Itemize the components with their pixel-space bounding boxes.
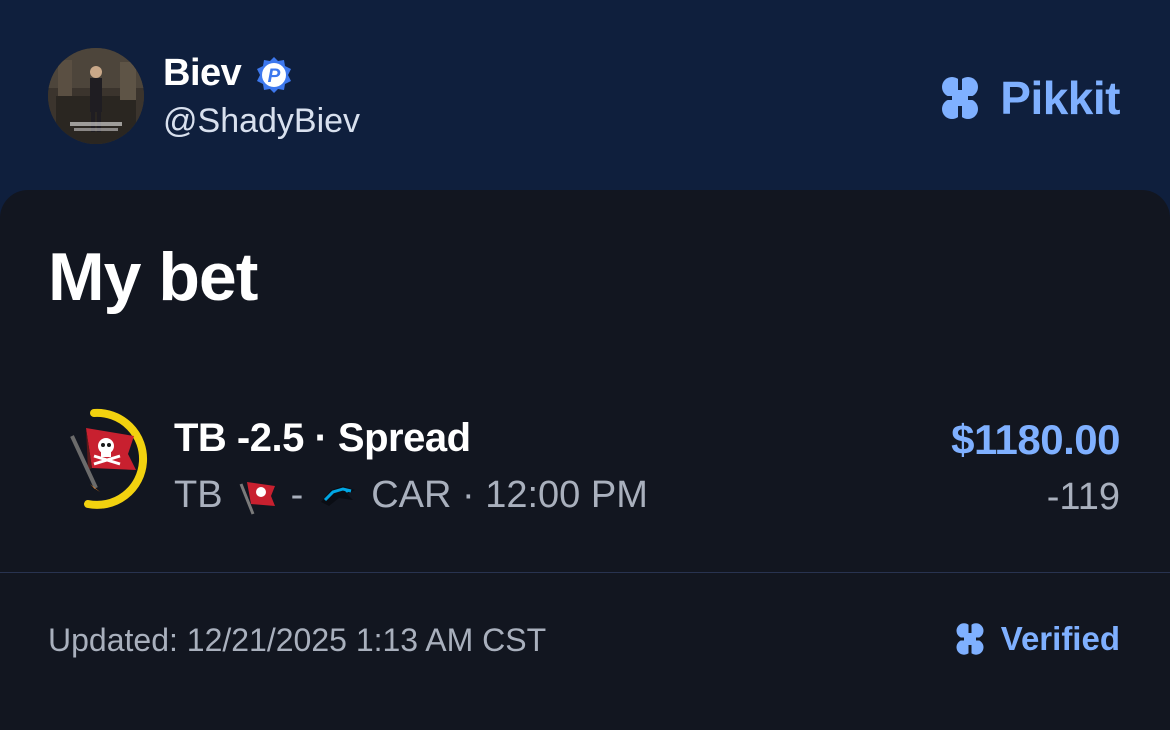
bet-selection[interactable]: TB -2.5 · Spread xyxy=(174,416,471,461)
home-team-label: TB xyxy=(174,474,223,516)
avatar[interactable] xyxy=(48,48,144,144)
svg-text:P: P xyxy=(268,66,281,87)
team-logo-with-progress xyxy=(64,408,156,510)
brand-name: Pikkit xyxy=(1000,72,1120,124)
away-team-and-time: CAR · 12:00 PM xyxy=(371,474,648,516)
verified-badge: Verified xyxy=(949,618,1120,660)
buccaneers-flag-icon xyxy=(70,428,136,492)
bet-amount: $1180.00 xyxy=(951,416,1120,463)
matchup-separator: - xyxy=(290,474,304,516)
verified-badge-icon: P xyxy=(257,57,291,93)
avatar-image xyxy=(48,48,144,144)
clover-icon xyxy=(942,77,979,119)
brand-logo: Pikkit xyxy=(932,70,1120,126)
panthers-icon xyxy=(321,485,356,506)
bet-matchup: TB - CAR · 12:00 PM xyxy=(174,474,648,517)
user-name[interactable]: Biev xyxy=(163,52,242,95)
divider xyxy=(0,572,1170,573)
page-title: My bet xyxy=(48,239,258,315)
buccaneers-mini-icon xyxy=(239,481,275,515)
updated-timestamp: Updated: 12/21/2025 1:13 AM CST xyxy=(48,622,547,658)
bet-card: My bet TB -2.5 · Spread TB - CAR · 12:00… xyxy=(0,190,1170,730)
profile-header: Biev P @ShadyBiev Pikkit xyxy=(0,0,1170,200)
bet-odds: -119 xyxy=(1046,476,1120,518)
verified-label: Verified xyxy=(1000,620,1120,657)
clover-icon xyxy=(956,623,984,655)
user-handle[interactable]: @ShadyBiev xyxy=(163,102,360,141)
